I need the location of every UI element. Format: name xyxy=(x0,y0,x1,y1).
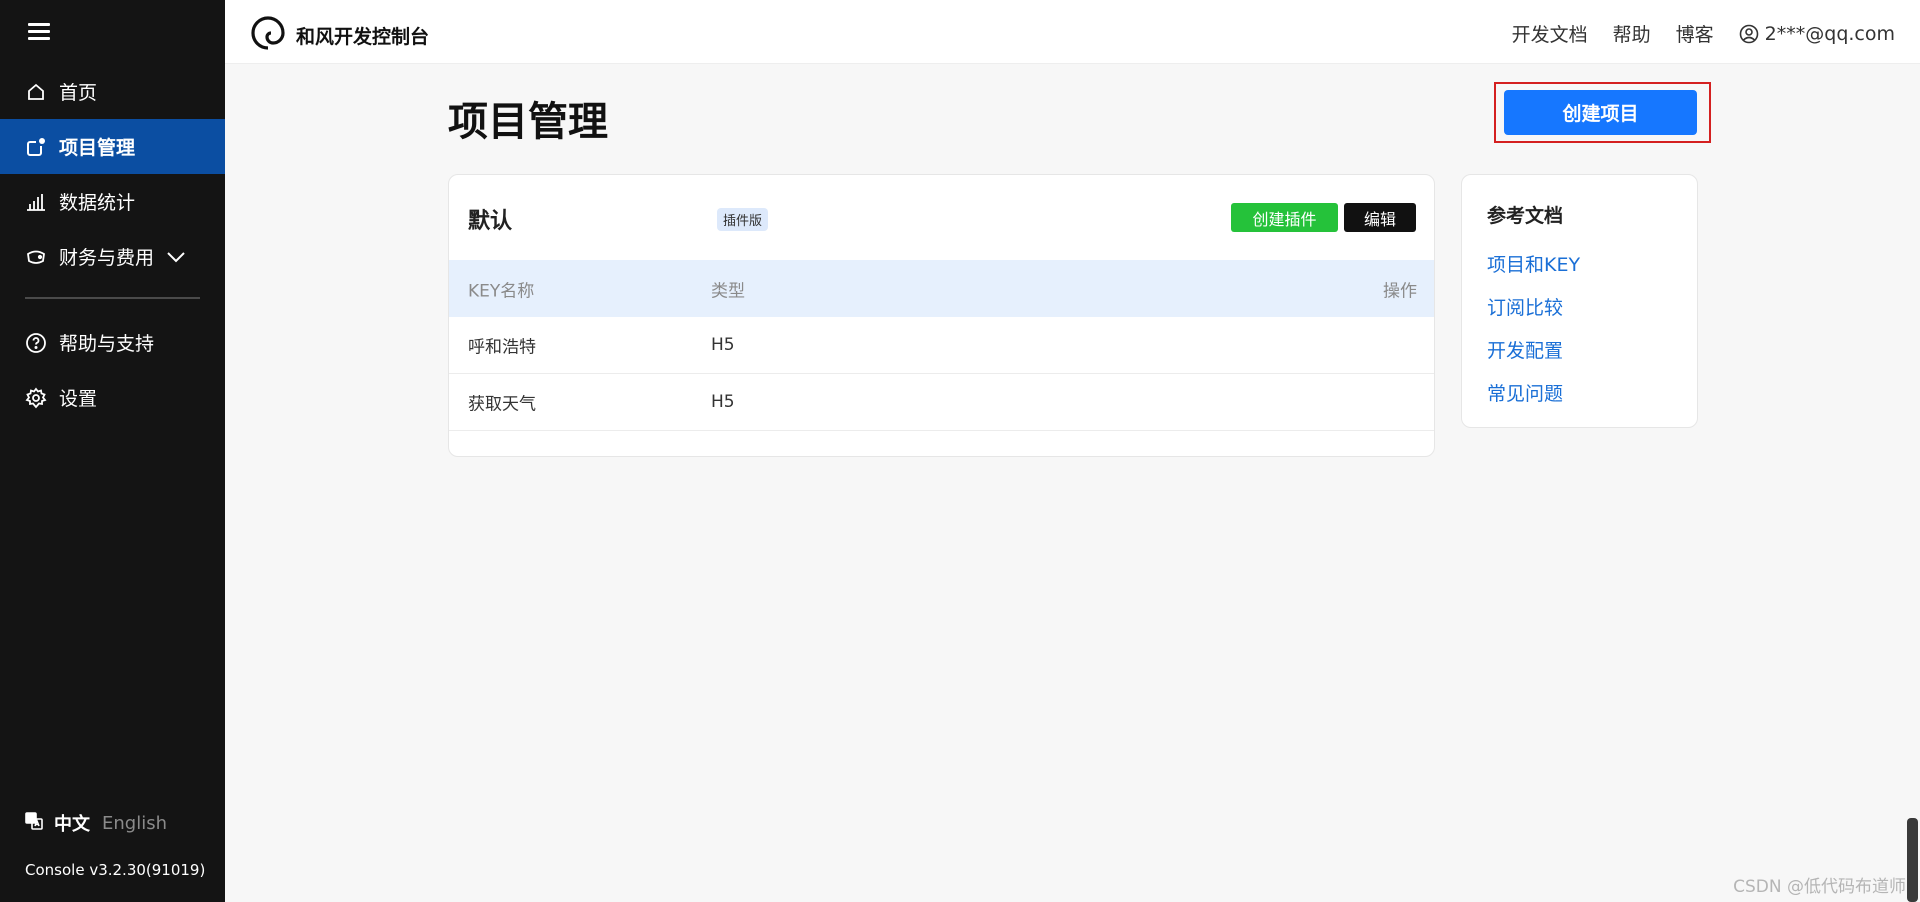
plugin-badge: 插件版 xyxy=(717,208,769,231)
project-card: 默认 插件版 创建插件 编辑 KEY名称 类型 操作 呼和浩特 H5 获取天气 … xyxy=(448,174,1435,457)
sidebar-item-label: 项目管理 xyxy=(59,137,136,159)
brand-logo[interactable]: 和风开发控制台 xyxy=(250,15,429,55)
key-name: 获取天气 xyxy=(468,394,536,415)
user-email: 2***@qq.com xyxy=(1764,22,1895,45)
sidebar-item-help[interactable]: 帮助与支持 xyxy=(0,315,225,370)
sidebar-item-settings[interactable]: 设置 xyxy=(0,370,225,425)
top-nav: 开发文档 帮助 博客 2***@qq.com xyxy=(1487,20,1895,47)
sidebar-item-project-management[interactable]: 项目管理 xyxy=(0,119,225,174)
top-link-help[interactable]: 帮助 xyxy=(1613,20,1651,47)
sidebar-item-label: 设置 xyxy=(59,388,98,410)
user-icon xyxy=(1739,24,1758,43)
translate-icon xyxy=(24,811,44,836)
sidebar: 首页 项目管理 数据统计 财务与费用 帮助与支持 设置 中文 English C… xyxy=(0,0,225,902)
watermark: CSDN @低代码布道师 xyxy=(1733,877,1906,897)
code-icon[interactable] xyxy=(1434,391,1435,413)
column-header-type: 类型 xyxy=(711,281,745,301)
edit-project-button[interactable]: 编辑 xyxy=(1344,203,1416,232)
top-bar: 和风开发控制台 开发文档 帮助 博客 2***@qq.com xyxy=(225,0,1920,64)
sidebar-item-statistics[interactable]: 数据统计 xyxy=(0,174,225,229)
sidebar-item-label: 财务与费用 xyxy=(59,247,155,269)
top-link-blog[interactable]: 博客 xyxy=(1676,20,1714,47)
reference-docs-panel: 参考文档 项目和KEY 订阅比较 开发配置 常见问题 xyxy=(1461,174,1698,428)
gear-icon xyxy=(25,387,47,409)
home-icon xyxy=(25,81,47,103)
bar-chart-icon xyxy=(25,191,47,213)
table-row: 呼和浩特 H5 xyxy=(449,317,1435,374)
scrollbar[interactable] xyxy=(1907,818,1918,902)
lang-zh[interactable]: 中文 xyxy=(54,810,90,836)
sidebar-item-finance[interactable]: 财务与费用 xyxy=(0,229,225,284)
create-plugin-button[interactable]: 创建插件 xyxy=(1231,203,1338,232)
sidebar-item-label: 首页 xyxy=(59,82,98,104)
sidebar-divider xyxy=(25,297,200,299)
key-name: 呼和浩特 xyxy=(468,337,536,358)
create-project-button[interactable]: 创建项目 xyxy=(1504,90,1697,135)
top-link-dev-docs[interactable]: 开发文档 xyxy=(1512,20,1588,47)
brand-name: 和风开发控制台 xyxy=(296,25,430,48)
sidebar-item-label: 数据统计 xyxy=(59,192,136,214)
sidebar-item-label: 帮助与支持 xyxy=(59,333,155,355)
key-type: H5 xyxy=(711,392,735,412)
project-icon xyxy=(25,136,47,158)
qweather-logo-icon xyxy=(250,15,286,55)
reference-docs-title: 参考文档 xyxy=(1487,205,1564,227)
table-row: 获取天气 H5 xyxy=(449,374,1435,431)
key-type: H5 xyxy=(711,335,735,355)
lang-en[interactable]: English xyxy=(102,813,167,834)
edit-icon[interactable] xyxy=(1434,334,1435,356)
sidebar-item-home[interactable]: 首页 xyxy=(0,64,225,119)
doc-link-dev-config[interactable]: 开发配置 xyxy=(1487,336,1563,363)
project-name: 默认 xyxy=(468,209,513,234)
console-version: Console v3.2.30(91019) xyxy=(25,861,206,879)
code-icon[interactable] xyxy=(1434,334,1435,356)
doc-link-project-key[interactable]: 项目和KEY xyxy=(1487,250,1580,277)
chevron-down-icon xyxy=(166,246,186,268)
doc-link-subscription-compare[interactable]: 订阅比较 xyxy=(1487,293,1563,320)
language-switcher: 中文 English xyxy=(24,810,167,836)
page-title: 项目管理 xyxy=(448,99,608,145)
wallet-icon xyxy=(25,246,47,268)
hamburger-menu-icon[interactable] xyxy=(28,20,54,44)
column-header-key-name: KEY名称 xyxy=(468,281,535,301)
table-header: KEY名称 类型 操作 xyxy=(449,260,1434,317)
question-icon xyxy=(25,332,47,354)
edit-icon[interactable] xyxy=(1434,391,1435,413)
create-project-highlight: 创建项目 xyxy=(1494,82,1711,143)
doc-link-faq[interactable]: 常见问题 xyxy=(1487,379,1563,406)
user-menu[interactable]: 2***@qq.com xyxy=(1739,23,1895,45)
column-header-actions: 操作 xyxy=(1383,281,1417,301)
